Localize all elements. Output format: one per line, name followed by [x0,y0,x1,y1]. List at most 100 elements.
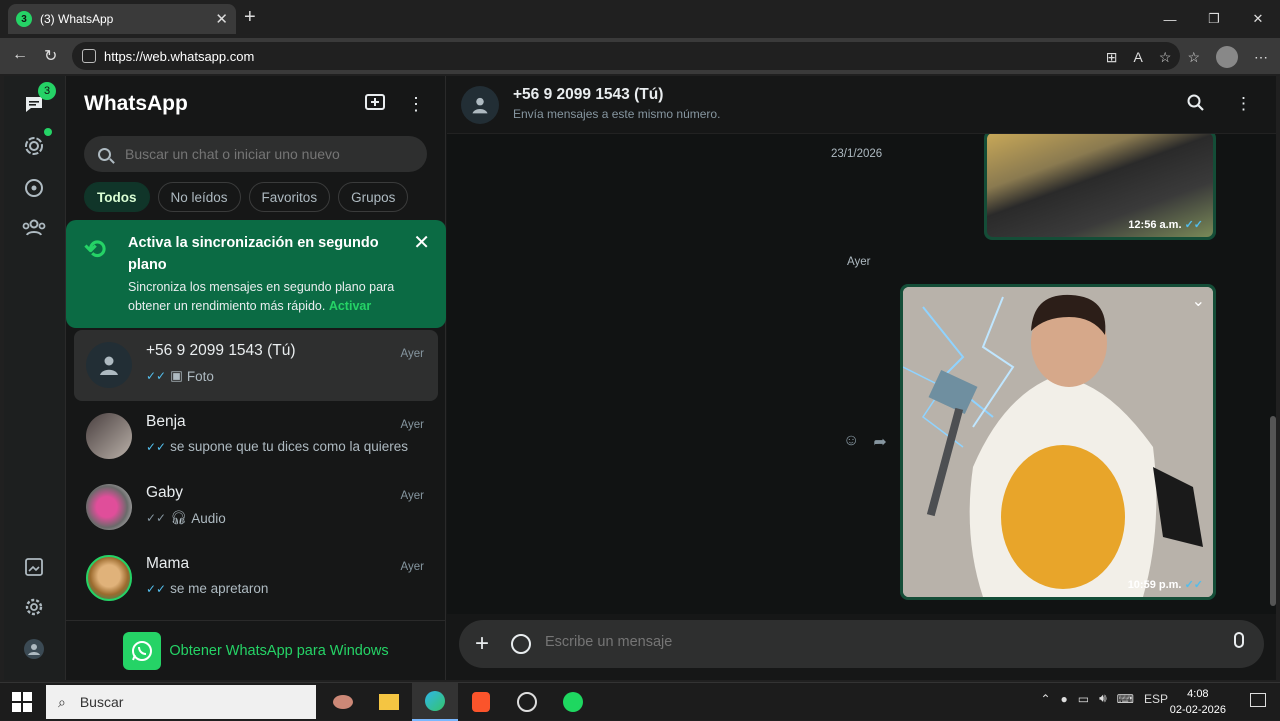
app-icon[interactable] [320,683,366,721]
get-app-text: Obtener WhatsApp para Windows [169,642,389,659]
spotify-icon[interactable] [550,683,596,721]
more-options-icon[interactable]: ⋯ [1254,49,1268,66]
read-aloud-icon[interactable]: A [1134,49,1143,65]
chat-preview: ✓✓ se supone que tu dices como la quiere… [146,439,408,454]
image-message[interactable]: 12:56 a.m. ✓✓ [984,134,1216,240]
search-icon: ⌕ [58,693,66,710]
whatsapp-app: 3 WhatsApp ⋮ Buscar un chat o iniciar un… [4,76,1276,680]
windows-start-icon[interactable] [12,692,32,712]
chat-menu-dots-icon[interactable]: ⋮ [1235,94,1252,117]
clock-date: 02-02-2026 [1169,704,1226,716]
restore-icon[interactable]: ❐ [1192,0,1236,38]
sync-icon: ⟲ [84,234,106,264]
delivered-ticks-icon: ✓✓ [146,511,167,525]
tray-expand-icon[interactable]: ⌃ [1040,692,1050,706]
minimize-icon[interactable]: — [1148,0,1192,38]
url-text: https://web.whatsapp.com [104,48,255,64]
avatar [86,413,132,459]
search-messages-icon[interactable] [1187,94,1205,117]
filter-favorites[interactable]: Favoritos [248,182,331,212]
search-input[interactable] [125,146,415,162]
channels-icon[interactable] [20,174,48,202]
status-icon[interactable] [20,132,48,160]
contact-name: +56 9 2099 1543 (Tú) [513,86,664,103]
image-message[interactable]: ⌄ 10:59 p.m. ✓✓ [900,284,1216,600]
chat-name: Benja [146,413,186,430]
photo-content [903,287,1213,597]
language-indicator[interactable]: ESP [1144,692,1168,706]
headphones-icon: 🎧︎ [170,510,188,525]
avatar [86,555,132,601]
chat-preview: ✓✓ ▣ Foto [146,368,214,384]
preview-text: Audio [191,510,226,526]
avatar [86,484,132,530]
file-explorer-icon[interactable] [366,683,412,721]
banner-title: Activa la sincronización en segundo plan… [128,235,379,273]
back-icon[interactable]: ← [12,46,28,64]
menu-dots-icon[interactable]: ⋮ [407,94,425,117]
tab-close-icon[interactable]: ✕ [215,10,228,28]
taskbar-search[interactable]: ⌕ Buscar [46,685,316,719]
activate-link[interactable]: Activar [329,299,371,313]
windows-taskbar: ⌕ Buscar ⌃ ● ▭ 🔊︎ ⌨ ESP 4:08 02-02-2026 [0,682,1280,721]
get-windows-app-link[interactable]: Obtener WhatsApp para Windows [66,620,446,680]
read-ticks-icon: ✓✓ [146,581,167,596]
date-divider: 23/1/2026 [831,148,883,160]
browser-tab-whatsapp[interactable]: 3 (3) WhatsApp ✕ [8,4,236,34]
edge-browser-icon[interactable] [412,683,458,721]
contact-subtitle: Envía mensajes a este mismo número. [513,107,721,121]
react-emoji-icon[interactable]: ☺ [843,432,859,452]
scrollbar[interactable] [1270,416,1276,606]
taskbar-clock[interactable]: 4:08 02-02-2026 [1170,686,1226,718]
nav-rail: 3 [4,76,66,680]
mic-icon[interactable]: ● [1061,692,1068,706]
filter-groups[interactable]: Grupos [338,182,409,212]
forward-icon[interactable]: ➦ [873,432,886,452]
keyboard-icon[interactable]: ⌨ [1117,692,1134,706]
brave-browser-icon[interactable] [458,683,504,721]
image-thumbnail[interactable]: 12:56 a.m. ✓✓ [987,134,1213,237]
message-menu-chevron-icon[interactable]: ⌄ [1192,291,1205,311]
favorite-star-icon[interactable]: ☆ [1159,49,1172,66]
message-time: 10:59 p.m. ✓✓ [1127,579,1203,591]
filter-unread[interactable]: No leídos [157,182,241,212]
chat-item-mama[interactable]: Mama Ayer ✓✓ se me apretaron [74,543,438,614]
message-composer: + [459,620,1264,668]
taskbar-apps [320,683,596,721]
app-icon[interactable] [504,683,550,721]
new-chat-icon[interactable] [365,94,385,117]
refresh-icon[interactable]: ↻ [44,46,57,66]
sticker-emoji-icon[interactable] [511,634,531,654]
clock-time: 4:08 [1187,688,1209,700]
chat-item-self[interactable]: +56 9 2099 1543 (Tú) Ayer ✓✓ ▣ Foto [74,330,438,401]
conversation-header[interactable]: +56 9 2099 1543 (Tú) Envía mensajes a es… [447,76,1276,134]
communities-icon[interactable] [20,214,48,242]
new-tab-icon[interactable]: + [244,6,256,29]
chat-item-benja[interactable]: Benja Ayer ✓✓ se supone que tu dices com… [74,401,438,472]
filter-all[interactable]: Todos [84,182,150,212]
image-thumbnail[interactable]: ⌄ 10:59 p.m. ✓✓ [903,287,1213,597]
read-ticks-icon: ✓✓ [146,369,167,383]
profile-avatar[interactable] [1216,46,1238,68]
favorites-icon[interactable]: ☆ [1187,49,1200,66]
banner-close-icon[interactable]: ✕ [413,230,430,255]
settings-gear-icon[interactable] [20,593,48,621]
network-icon[interactable]: ▭ [1078,692,1089,706]
chats-badge: 3 [38,82,56,100]
profile-icon[interactable] [20,635,48,663]
url-field[interactable]: https://web.whatsapp.com [72,42,1180,70]
chat-item-gaby[interactable]: Gaby Ayer ✓✓ 🎧︎ Audio [74,472,438,543]
microphone-icon[interactable] [1234,632,1244,648]
preview-text: se me apretaron [170,581,269,596]
site-info-icon[interactable] [82,49,96,63]
app-available-icon[interactable]: ⊞ [1106,49,1118,66]
close-window-icon[interactable]: ✕ [1236,0,1280,38]
attach-plus-icon[interactable]: + [475,630,489,658]
volume-icon[interactable]: 🔊︎ [1099,691,1107,706]
media-icon[interactable] [20,553,48,581]
chat-search-bar[interactable] [84,136,427,172]
message-input[interactable] [545,634,1185,650]
contact-avatar[interactable] [461,86,499,124]
chat-time: Ayer [400,348,424,360]
notifications-icon[interactable] [1250,693,1266,707]
